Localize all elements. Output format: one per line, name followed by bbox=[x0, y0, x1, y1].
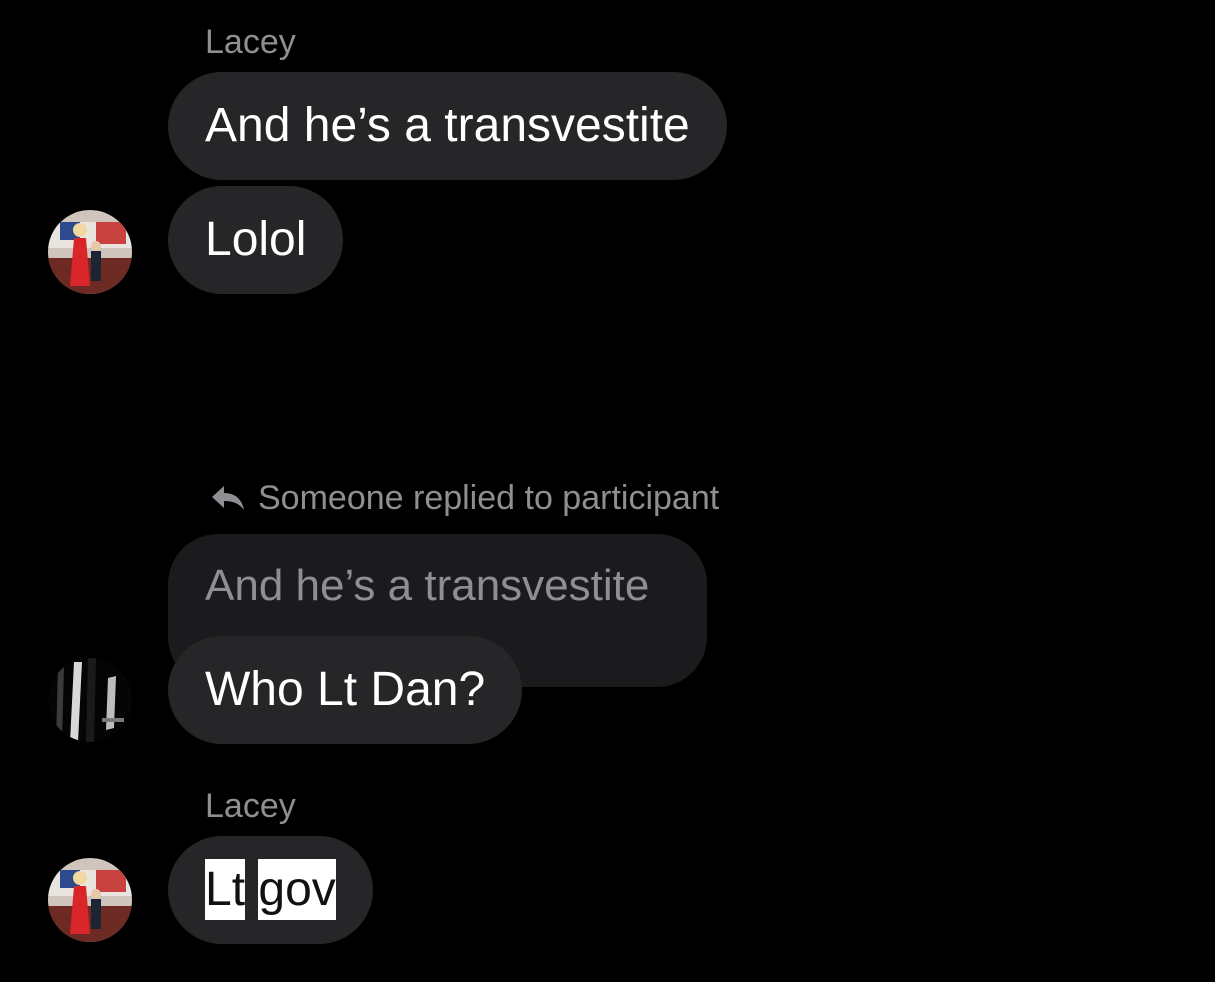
message-bubble[interactable]: Lolol bbox=[168, 186, 344, 294]
reply-context-text: Someone replied to participant bbox=[258, 479, 720, 517]
message-text: Who Lt Dan? bbox=[205, 663, 486, 716]
quoted-message-text: And he’s a transvestite bbox=[205, 561, 650, 610]
reply-context: Someone replied to participant bbox=[210, 478, 719, 518]
message-bubble[interactable]: Lt gov bbox=[168, 836, 373, 944]
highlighted-text: gov bbox=[258, 859, 336, 920]
message-bubble[interactable]: Who Lt Dan? bbox=[168, 636, 523, 744]
avatar-lacey[interactable] bbox=[48, 858, 132, 942]
avatar-lacey[interactable] bbox=[48, 210, 132, 294]
avatar-photo-icon bbox=[48, 858, 132, 942]
sender-name: Lacey bbox=[205, 787, 296, 825]
avatar-participant[interactable] bbox=[48, 658, 132, 742]
reply-arrow-icon bbox=[212, 486, 244, 510]
highlighted-text: Lt bbox=[205, 859, 246, 920]
message-bubble[interactable]: And he’s a transvestite bbox=[168, 72, 727, 180]
message-text: And he’s a transvestite bbox=[205, 99, 690, 152]
avatar-photo-icon bbox=[48, 658, 132, 742]
message-text: Lolol bbox=[205, 213, 307, 266]
sender-name: Lacey bbox=[205, 23, 296, 61]
avatar-photo-icon bbox=[48, 210, 132, 294]
